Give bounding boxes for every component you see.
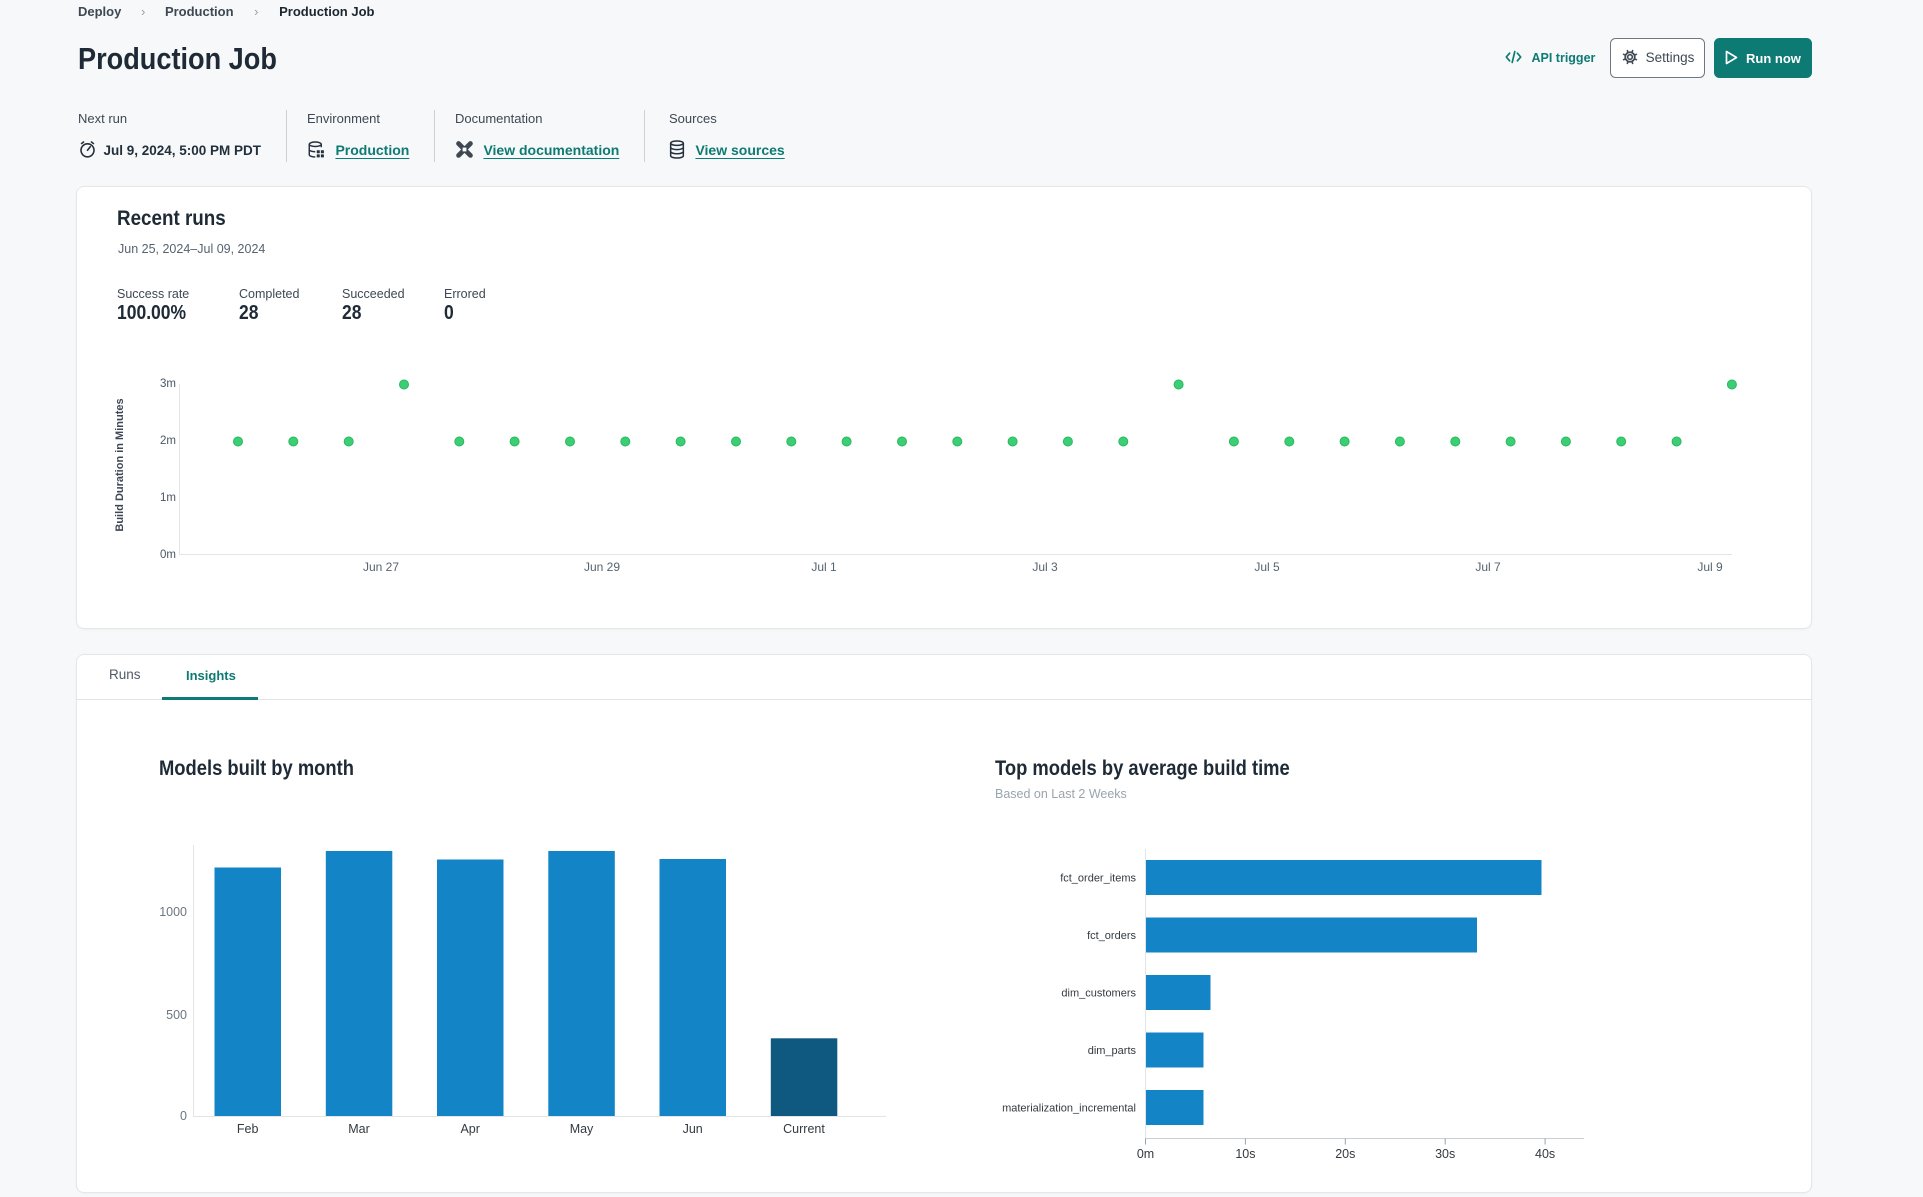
svg-text:Jul 3: Jul 3 xyxy=(1032,560,1058,574)
svg-text:Jul 1: Jul 1 xyxy=(811,560,837,574)
svg-text:materialization_incremental: materialization_incremental xyxy=(1002,1103,1136,1115)
svg-text:May: May xyxy=(570,1122,594,1136)
svg-text:1m: 1m xyxy=(160,492,176,504)
svg-text:Jun: Jun xyxy=(683,1122,703,1136)
svg-text:Mar: Mar xyxy=(348,1122,370,1136)
svg-text:fct_order_items: fct_order_items xyxy=(1060,873,1136,885)
svg-text:1000: 1000 xyxy=(159,905,187,919)
svg-text:0m: 0m xyxy=(1137,1147,1154,1161)
svg-text:20s: 20s xyxy=(1335,1147,1355,1161)
svg-text:Jul 7: Jul 7 xyxy=(1475,560,1501,574)
svg-text:dim_customers: dim_customers xyxy=(1061,988,1136,1000)
svg-text:30s: 30s xyxy=(1435,1147,1455,1161)
svg-text:Current: Current xyxy=(783,1122,825,1136)
svg-text:Jul 5: Jul 5 xyxy=(1254,560,1280,574)
svg-text:0: 0 xyxy=(180,1109,187,1123)
svg-text:3m: 3m xyxy=(160,378,176,390)
svg-text:2m: 2m xyxy=(160,435,176,447)
svg-text:10s: 10s xyxy=(1235,1147,1255,1161)
svg-text:0m: 0m xyxy=(160,549,176,561)
svg-text:Jun 27: Jun 27 xyxy=(363,560,399,574)
svg-text:Jun 29: Jun 29 xyxy=(584,560,620,574)
svg-text:dim_parts: dim_parts xyxy=(1088,1045,1137,1057)
svg-text:Apr: Apr xyxy=(460,1122,479,1136)
svg-text:40s: 40s xyxy=(1535,1147,1555,1161)
svg-text:Jul 9: Jul 9 xyxy=(1697,560,1723,574)
svg-text:500: 500 xyxy=(166,1008,187,1022)
svg-text:Feb: Feb xyxy=(237,1122,259,1136)
svg-text:fct_orders: fct_orders xyxy=(1087,930,1136,942)
svg-text:Build Duration in Minutes: Build Duration in Minutes xyxy=(114,398,126,531)
